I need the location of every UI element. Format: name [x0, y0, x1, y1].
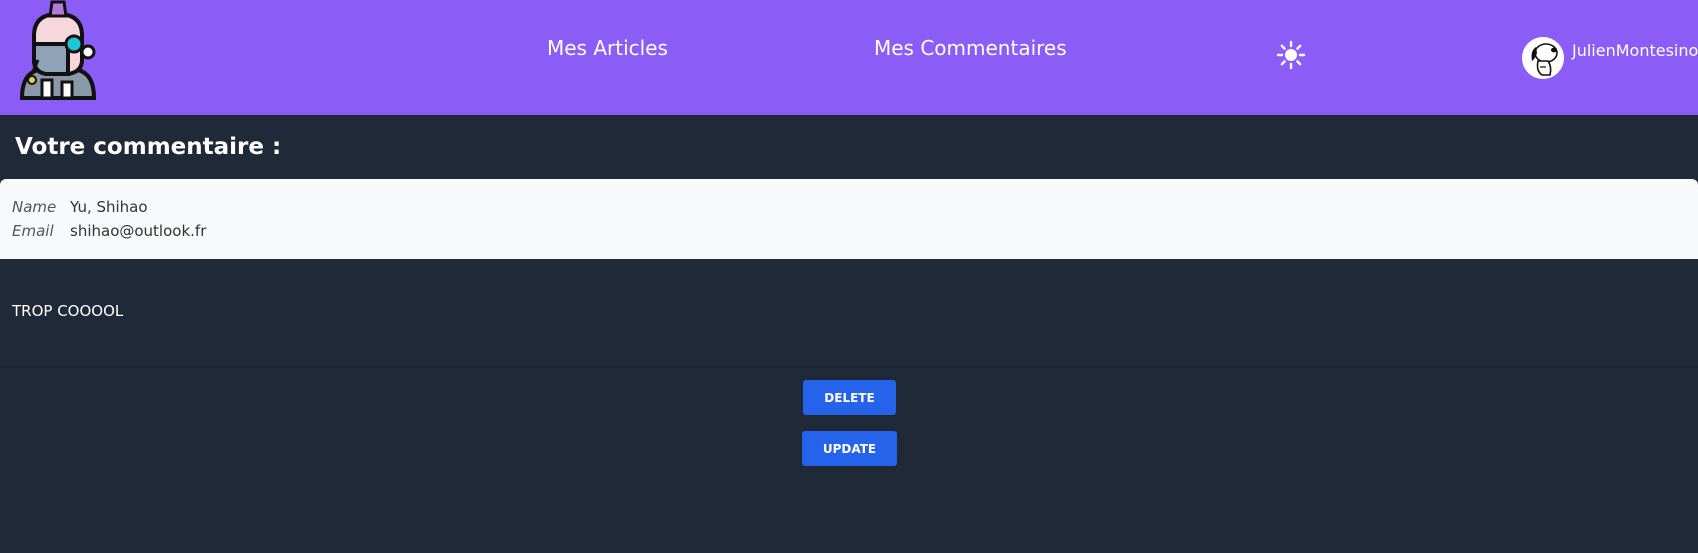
- cyborg-logo-icon[interactable]: [16, 0, 100, 104]
- sun-icon[interactable]: [1276, 40, 1306, 70]
- update-button[interactable]: UPDATE: [802, 431, 897, 466]
- nav-link-mes-articles[interactable]: Mes Articles: [547, 34, 668, 62]
- delete-button[interactable]: DELETE: [803, 380, 896, 415]
- author-name-row: Name Yu, Shihao: [12, 196, 148, 218]
- email-value: shihao@outlook.fr: [70, 222, 207, 240]
- nav-link-mes-commentaires[interactable]: Mes Commentaires: [874, 34, 1067, 62]
- username-label[interactable]: JulienMontesinos: [1572, 40, 1698, 62]
- comment-body: [0, 259, 1698, 368]
- page-title: Votre commentaire :: [15, 134, 282, 160]
- email-label: Email: [12, 222, 54, 240]
- name-label: Name: [12, 198, 57, 216]
- author-email-row: Email shihao@outlook.fr: [12, 220, 206, 242]
- comment-text: TROP COOOOL: [12, 302, 124, 320]
- comment-author-card: [0, 179, 1698, 259]
- name-value: Yu, Shihao: [70, 198, 148, 216]
- top-navbar: Mes Articles Mes Commentaires JulienMont…: [0, 0, 1698, 115]
- user-avatar-icon[interactable]: [1522, 37, 1564, 79]
